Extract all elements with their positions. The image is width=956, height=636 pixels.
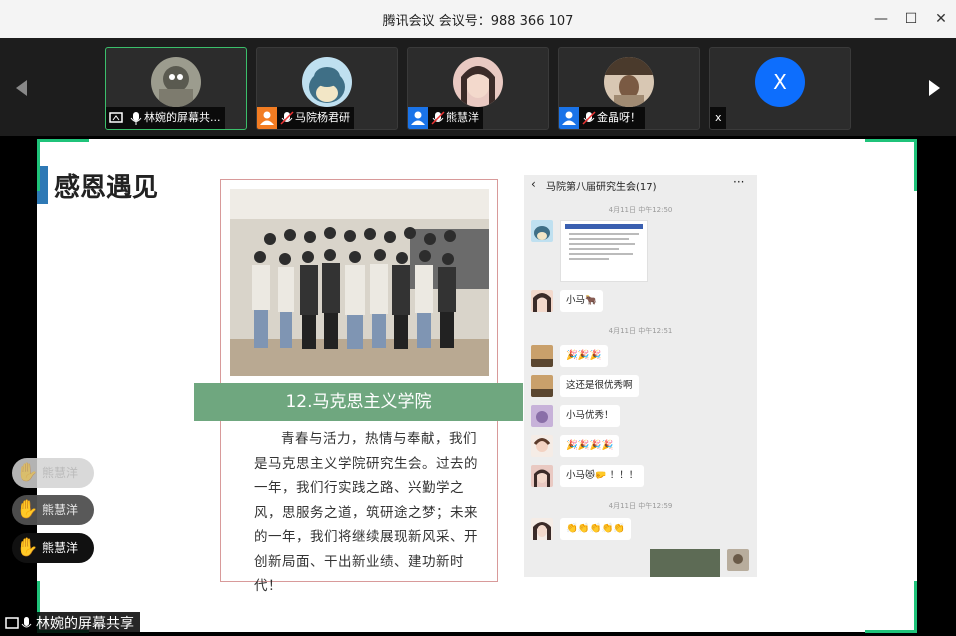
screen-share-label: 林婉的屏幕共享 [0,612,140,636]
user-icon [257,107,277,129]
more-icon: ··· [733,175,745,189]
avatar [453,57,503,107]
minimize-icon[interactable]: — [870,8,892,30]
mic-muted-icon [430,107,446,129]
participant-name: x [715,111,722,124]
chat-avatar [531,465,553,487]
participant-strip: 林婉的屏幕共... 马院杨君研 熊慧洋 金晶呀！ X x [0,38,956,136]
participant-name: 熊慧洋 [446,111,479,124]
chat-avatar [531,290,553,312]
chat-avatar [531,375,553,397]
share-frame-corner [865,581,917,633]
next-page-arrow-icon[interactable] [929,80,940,96]
participant-name-bar: 金晶呀！ [559,107,645,129]
chat-timestamp: 4月11日 中午12:50 [608,206,673,214]
avatar-initial: X [755,57,805,107]
college-title-band: 12.马克思主义学院 [194,383,523,421]
shared-screen: 感恩遇见 12.马克思主义学院 青春与活力，热情与奉献，我们是马克思主义学院研究… [0,136,956,636]
slide: 感恩遇见 12.马克思主义学院 青春与活力，热情与奉献，我们是马克思主义学院研究… [37,139,917,632]
raise-hand-reaction: ✋ 熊慧洋 [12,458,94,488]
group-photo [230,189,489,376]
screen-share-mic-icon [5,617,32,629]
avatar [151,57,201,107]
chat-timestamp: 4月11日 中午12:59 [608,502,673,510]
avatar [302,57,352,107]
participant-name: 金晶呀！ [597,111,641,124]
chat-header: ‹ 马院第八届研究生会(17) ··· [524,175,757,195]
share-frame-corner [865,139,917,191]
chat-timestamp: 4月11日 中午12:51 [608,327,673,335]
raise-hand-reaction: ✋ 熊慧洋 [12,533,94,563]
chat-avatar [531,405,553,427]
screen-share-owner: 林婉的屏幕共享 [36,616,134,632]
mic-muted-icon [279,107,295,129]
window-title: 腾讯会议 会议号：988 366 107 [382,14,574,29]
reaction-name: 熊慧洋 [42,541,79,555]
chat-message: 🎉🎉🎉🎉 [560,435,620,457]
chat-message: 小马🐂 [560,290,603,312]
chat-avatar [727,549,749,571]
raised-hand-icon: ✋ [16,499,39,520]
raise-hand-reaction: ✋ 熊慧洋 [12,495,94,525]
participant-tile[interactable]: 金晶呀！ [558,47,700,130]
chat-message: 小马😻🤛 ！！！ [560,465,645,487]
chat-screenshot: ‹ 马院第八届研究生会(17) ··· 4月11日 中午12:50 小马🐂 4月… [524,175,757,577]
chat-avatar [531,345,553,367]
chat-avatar [531,518,553,540]
chat-image-thumbnail [650,549,720,577]
chat-avatar [531,220,553,242]
mic-muted-icon [581,107,597,129]
close-icon[interactable]: ✕ [930,8,952,30]
mic-on-icon [128,107,144,129]
participant-name-bar: 林婉的屏幕共... [106,107,225,129]
chat-title: 马院第八届研究生会(17) [546,182,657,193]
raised-hand-icon: ✋ [16,537,39,558]
chat-avatar [531,435,553,457]
chat-message: 👏👏👏👏👏 [560,518,632,540]
prev-page-arrow-icon[interactable] [16,80,27,96]
chat-message: 🎉🎉🎉 [560,345,608,367]
participant-name-bar: 熊慧洋 [408,107,483,129]
share-frame-corner [37,139,89,191]
reaction-name: 熊慧洋 [42,503,79,517]
participant-tile[interactable]: X x [709,47,851,130]
raised-hand-icon: ✋ [16,462,39,483]
user-icon [408,107,428,129]
participant-tile[interactable]: 熊慧洋 [407,47,549,130]
participant-tile[interactable]: 林婉的屏幕共... [105,47,247,130]
participant-name-bar: x [710,107,726,129]
participant-name: 马院杨君研 [295,111,350,124]
back-arrow-icon: ‹ [531,177,536,191]
shared-document-thumbnail [560,220,648,282]
avatar [604,57,654,107]
screen-share-icon [106,107,126,129]
maximize-icon[interactable]: ☐ [900,8,922,30]
participant-tile[interactable]: 马院杨君研 [256,47,398,130]
chat-message: 这还是很优秀啊 [560,375,639,397]
chat-message: 小马优秀！ [560,405,620,427]
college-description: 青春与活力，热情与奉献，我们是马克思主义学院研究生会。过去的一年，我们行实践之路… [254,431,478,594]
user-icon [559,107,579,129]
title-bar: 腾讯会议 会议号：988 366 107 — ☐ ✕ [0,0,956,38]
participant-name: 林婉的屏幕共... [144,111,221,124]
participant-name-bar: 马院杨君研 [257,107,354,129]
reaction-name: 熊慧洋 [42,466,79,480]
